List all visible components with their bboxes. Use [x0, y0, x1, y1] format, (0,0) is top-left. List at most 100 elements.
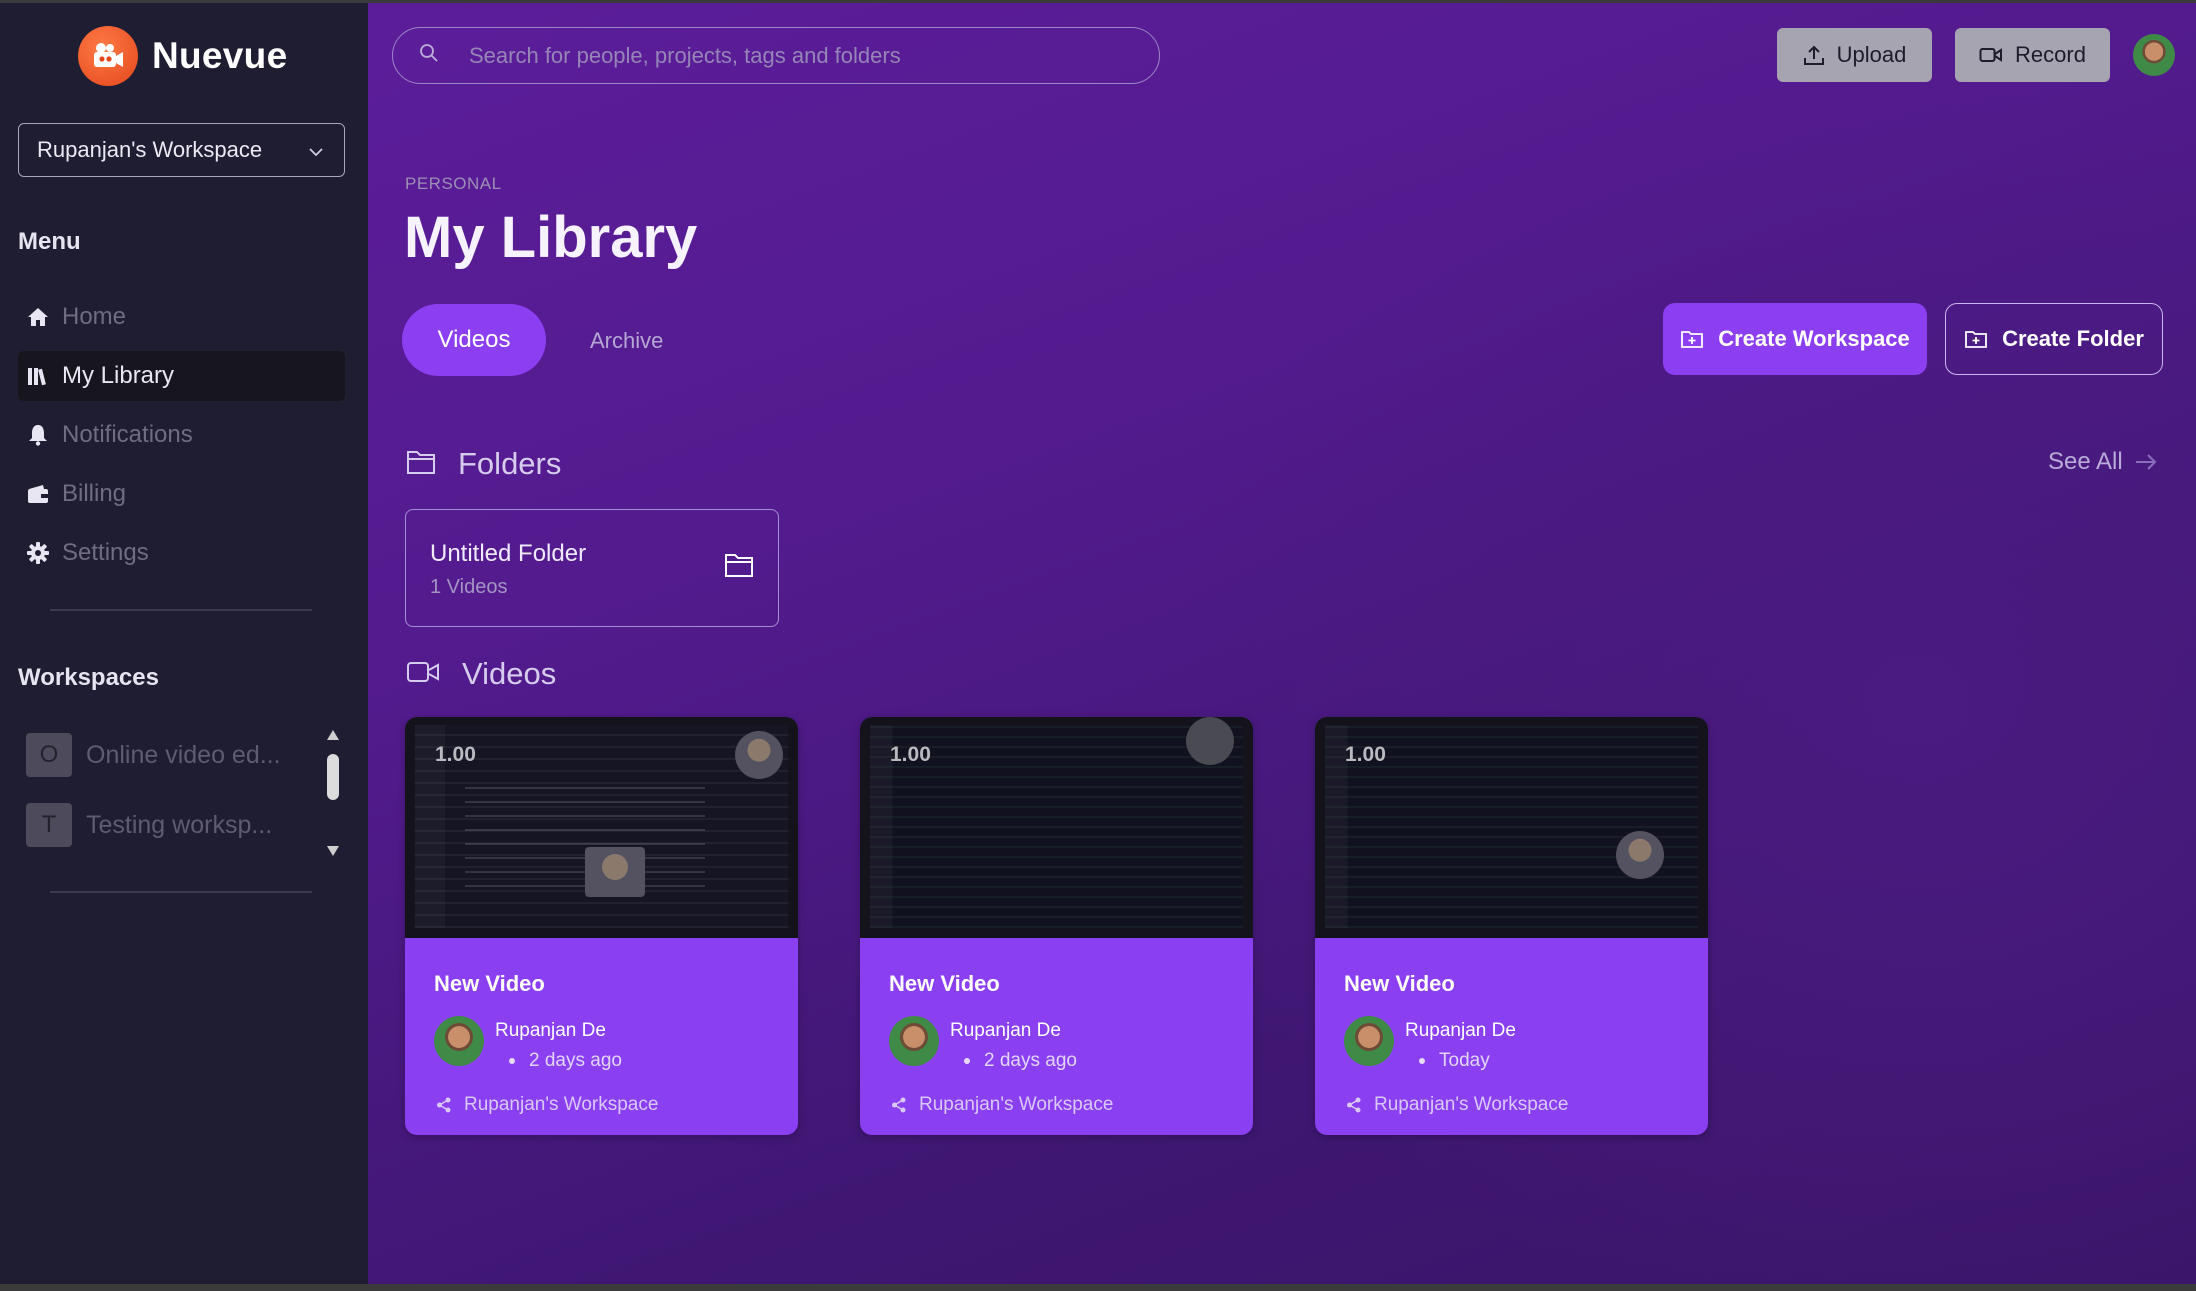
menu-title: Menu — [18, 228, 81, 255]
video-thumbnail[interactable]: 1.00 — [405, 717, 798, 938]
sidebar-item-billing[interactable]: Billing — [18, 469, 345, 519]
thumbnail-webcam-bubble — [1186, 717, 1234, 765]
sidebar-item-notifications[interactable]: Notifications — [18, 410, 345, 460]
camera-logo-icon — [78, 26, 138, 86]
video-date-text: 2 days ago — [529, 1050, 622, 1071]
see-all-label: See All — [2048, 448, 2123, 475]
tab-archive[interactable]: Archive — [590, 328, 663, 354]
video-date-text: Today — [1439, 1050, 1490, 1071]
sidebar-divider — [50, 891, 312, 893]
workspace-name: Online video ed... — [86, 740, 281, 769]
sidebar-item-my-library[interactable]: My Library — [18, 351, 345, 401]
workspace-initial-badge: T — [26, 803, 72, 847]
tab-videos[interactable]: Videos — [402, 304, 546, 376]
video-card[interactable]: 1.00 New Video Rupanjan De 2 days ago Ru… — [405, 717, 798, 1135]
sidebar-item-label: Notifications — [62, 421, 193, 448]
gear-icon — [26, 541, 50, 565]
video-camera-icon — [406, 660, 440, 689]
workspace-initial-badge: O — [26, 733, 72, 777]
scroll-thumb[interactable] — [327, 754, 339, 800]
video-workspace-name: Rupanjan's Workspace — [919, 1094, 1114, 1115]
workspace-item[interactable]: O Online video ed... — [26, 730, 316, 780]
sidebar-item-label: Home — [62, 303, 127, 330]
wallet-icon — [26, 482, 50, 506]
folder-plus-icon — [1964, 329, 1988, 349]
create-folder-button[interactable]: Create Folder — [1945, 303, 2163, 375]
videos-heading: Videos — [406, 656, 556, 692]
video-card[interactable]: 1.00 New Video Rupanjan De Today Rupanja… — [1315, 717, 1708, 1135]
upload-button[interactable]: Upload — [1777, 28, 1932, 82]
workspaces-title: Workspaces — [18, 664, 159, 691]
sidebar-nav: Home My Library Notifications Billing Se… — [18, 292, 345, 587]
video-workspace-name: Rupanjan's Workspace — [1374, 1094, 1569, 1115]
author-avatar — [1344, 1016, 1394, 1066]
upload-label: Upload — [1836, 42, 1907, 67]
workspace-list: O Online video ed... T Testing worksp... — [26, 730, 316, 870]
workspace-select-value: Rupanjan's Workspace — [37, 137, 263, 162]
record-label: Record — [2015, 42, 2086, 67]
videos-title: Videos — [462, 656, 557, 691]
see-all-link[interactable]: See All — [2048, 448, 2157, 476]
bullet — [1419, 1058, 1425, 1064]
video-title: New Video — [434, 971, 545, 996]
author-avatar — [434, 1016, 484, 1066]
video-thumbnail[interactable]: 1.00 — [1315, 717, 1708, 938]
share-icon — [891, 1097, 907, 1113]
create-folder-label: Create Folder — [2002, 326, 2144, 351]
record-button[interactable]: Record — [1955, 28, 2110, 82]
folders-heading: Folders — [406, 446, 561, 482]
author-avatar — [889, 1016, 939, 1066]
video-date: 2 days ago — [509, 1050, 622, 1072]
video-thumbnail[interactable]: 1.00 — [860, 717, 1253, 938]
folder-video-count: 1 Videos — [430, 576, 508, 598]
folder-icon — [724, 552, 754, 583]
create-workspace-label: Create Workspace — [1718, 326, 1910, 351]
folder-icon — [406, 449, 436, 480]
search-icon — [419, 43, 439, 68]
workspace-item[interactable]: T Testing worksp... — [26, 800, 316, 850]
sidebar-item-home[interactable]: Home — [18, 292, 345, 342]
video-workspace: Rupanjan's Workspace — [891, 1094, 1113, 1116]
workspace-name: Testing worksp... — [86, 810, 273, 839]
page-eyebrow: PERSONAL — [405, 174, 502, 193]
video-author: Rupanjan De — [950, 1020, 1061, 1041]
video-workspace-name: Rupanjan's Workspace — [464, 1094, 659, 1115]
video-author: Rupanjan De — [495, 1020, 606, 1041]
folder-card[interactable]: Untitled Folder 1 Videos — [405, 509, 779, 627]
workspace-select[interactable]: Rupanjan's Workspace — [18, 123, 345, 177]
library-icon — [26, 364, 50, 388]
window-top-border — [0, 0, 2196, 3]
folder-name: Untitled Folder — [430, 540, 587, 567]
bullet — [964, 1058, 970, 1064]
playback-speed: 1.00 — [435, 743, 476, 766]
sidebar-divider — [50, 609, 312, 611]
arrow-right-icon — [2135, 453, 2157, 471]
create-workspace-button[interactable]: Create Workspace — [1663, 303, 1927, 375]
video-workspace: Rupanjan's Workspace — [1346, 1094, 1568, 1116]
scroll-down-icon — [327, 846, 339, 856]
search-input[interactable]: Search for people, projects, tags and fo… — [469, 43, 901, 69]
search-bar[interactable]: Search for people, projects, tags and fo… — [392, 27, 1160, 84]
upload-icon — [1803, 44, 1825, 66]
main-content: Search for people, projects, tags and fo… — [368, 0, 2196, 1291]
video-date-text: 2 days ago — [984, 1050, 1077, 1071]
sidebar-item-label: My Library — [62, 362, 175, 389]
video-title: New Video — [889, 971, 1000, 996]
home-icon — [26, 305, 50, 329]
logo[interactable]: Nuevue — [78, 26, 287, 86]
sidebar-item-settings[interactable]: Settings — [18, 528, 345, 578]
bell-icon — [26, 423, 50, 447]
video-workspace: Rupanjan's Workspace — [436, 1094, 658, 1116]
workspace-scrollbar[interactable] — [324, 728, 342, 860]
sidebar: Nuevue Rupanjan's Workspace Menu Home My… — [0, 0, 368, 1291]
sidebar-item-label: Settings — [62, 539, 149, 566]
video-author: Rupanjan De — [1405, 1020, 1516, 1041]
scroll-up-icon — [327, 730, 339, 740]
video-title: New Video — [1344, 971, 1455, 996]
thumbnail-webcam — [585, 847, 645, 897]
folder-plus-icon — [1680, 329, 1704, 349]
video-card[interactable]: 1.00 New Video Rupanjan De 2 days ago Ru… — [860, 717, 1253, 1135]
bullet — [509, 1058, 515, 1064]
user-avatar[interactable] — [2133, 34, 2175, 76]
video-camera-icon — [1979, 46, 2003, 64]
